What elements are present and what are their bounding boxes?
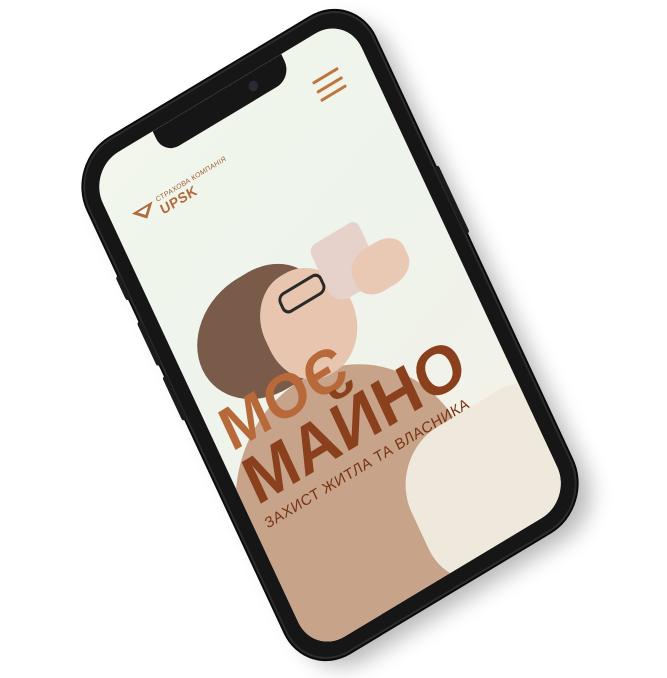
front-camera-icon [246,78,260,94]
phone-device: СТРАХОВА КОМПАНІЯ UPSK МОЄ МАЙНО ЗАХИСТ … [69,0,591,676]
mockup-stage: СТРАХОВА КОМПАНІЯ UPSK МОЄ МАЙНО ЗАХИСТ … [0,0,667,676]
